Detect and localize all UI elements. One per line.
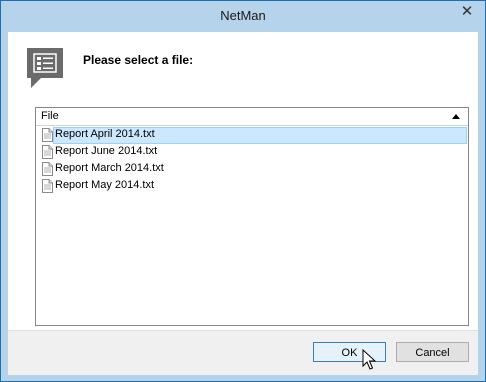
list-dialog-icon	[27, 48, 63, 88]
file-list-rows: Report April 2014.txt Report June 2014.tx…	[39, 127, 467, 195]
list-item[interactable]: Report April 2014.txt	[39, 127, 467, 144]
close-icon[interactable]: ✕	[455, 2, 479, 21]
cancel-button[interactable]: Cancel	[396, 342, 469, 362]
list-item[interactable]: Report March 2014.txt	[39, 161, 465, 178]
text-file-icon	[42, 179, 53, 193]
list-item-label: Report April 2014.txt	[55, 128, 155, 140]
sort-ascending-icon	[452, 114, 460, 119]
window-title: NetMan	[220, 8, 266, 23]
button-bar: OK Cancel	[8, 330, 478, 375]
text-file-icon	[42, 162, 53, 176]
mouse-cursor-icon	[362, 349, 376, 370]
list-item-label: Report June 2014.txt	[55, 145, 158, 157]
list-item-label: Report May 2014.txt	[55, 179, 155, 191]
prompt-text: Please select a file:	[83, 53, 194, 67]
list-item[interactable]: Report May 2014.txt	[39, 178, 465, 195]
file-list[interactable]: File Report April 2014.txt Report June 20…	[35, 107, 469, 326]
column-header-file[interactable]: File	[36, 108, 468, 126]
list-item-label: Report March 2014.txt	[55, 162, 164, 174]
list-item[interactable]: Report June 2014.txt	[39, 144, 465, 161]
text-file-icon	[42, 145, 53, 159]
column-header-label: File	[41, 110, 59, 122]
dialog-content: Please select a file: File Report April …	[8, 32, 478, 375]
dialog-window: NetMan ✕ Please select a file: File Repo…	[0, 0, 486, 382]
text-file-icon	[42, 128, 53, 142]
title-bar[interactable]: NetMan ✕	[1, 1, 485, 32]
